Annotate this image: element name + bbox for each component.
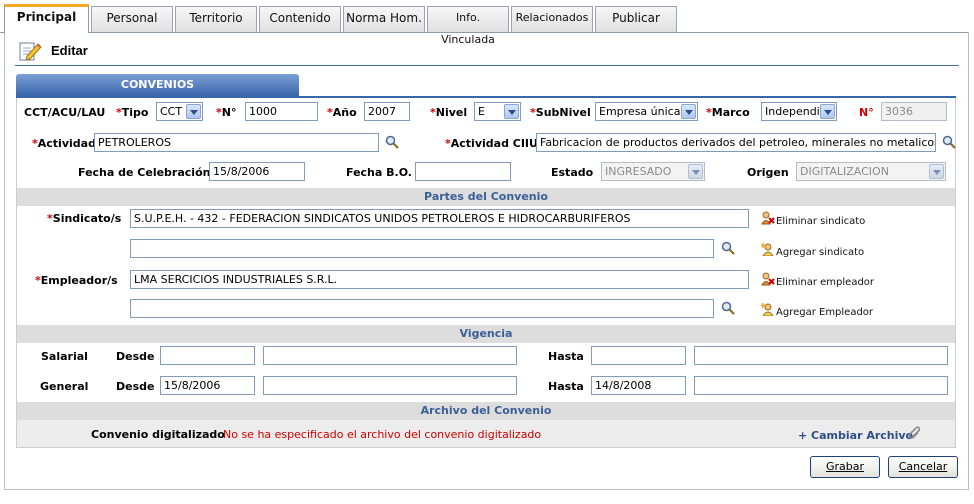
agregar-empleador-link[interactable]: Agregar Empleador (776, 307, 873, 318)
general-hasta-input[interactable]: 14/8/2008 (591, 376, 686, 395)
general-desde-text[interactable] (263, 376, 517, 395)
chevron-down-icon (929, 164, 944, 179)
sindicato-label: *Sindicato/s (47, 212, 122, 225)
actividad-label: *Actividad (32, 137, 96, 150)
salarial-label: Salarial (41, 350, 88, 363)
tab-personal[interactable]: Personal (91, 6, 173, 32)
ciiu-input[interactable]: Fabricacion de productos derivados del p… (536, 133, 936, 152)
cambiar-archivo-link[interactable]: + Cambiar Archivo (798, 429, 913, 442)
cct-label: CCT/ACU/LAU (24, 106, 106, 119)
nivel-select[interactable]: E (474, 102, 521, 121)
add-user-icon[interactable] (761, 302, 775, 316)
panel-border (968, 32, 969, 490)
archivo-status-message: No se ha especificado el archivo del con… (223, 428, 542, 441)
section-header-archivo: Archivo del Convenio (17, 402, 955, 420)
empleador-add-field[interactable] (130, 299, 714, 318)
chevron-down-icon (681, 104, 696, 119)
header-divider (15, 65, 959, 66)
convenio-digitalizado-label: Convenio digitalizado (91, 428, 225, 441)
empleador-label: *Empleador/s (35, 274, 118, 287)
general-hasta-label: Hasta (548, 380, 584, 393)
chevron-down-icon (820, 104, 835, 119)
empleador-field[interactable]: LMA SERCICIOS INDUSTRIALES S.R.L. (130, 270, 749, 289)
chevron-down-icon (504, 104, 519, 119)
tab-relacionados[interactable]: Relacionados (511, 6, 593, 32)
estado-label: Estado (551, 166, 594, 179)
panel-border (4, 32, 5, 490)
estado-select: INGRESADO (601, 162, 705, 181)
chevron-down-icon (186, 104, 201, 119)
delete-user-icon[interactable] (761, 272, 775, 286)
salarial-desde-text[interactable] (263, 346, 517, 365)
tipo-select[interactable]: CCT (156, 102, 203, 121)
edit-icon (19, 42, 42, 61)
origen-label: Origen (747, 166, 789, 179)
section-tab-convenios: CONVENIOS (16, 74, 299, 96)
search-icon[interactable] (721, 301, 735, 315)
search-icon[interactable] (385, 135, 399, 149)
tab-contenido[interactable]: Contenido (259, 6, 341, 32)
panel-border (4, 489, 969, 490)
chevron-down-icon (688, 164, 703, 179)
tab-territorio[interactable]: Territorio (175, 6, 257, 32)
numero-input[interactable]: 1000 (245, 102, 318, 121)
general-hasta-text[interactable] (694, 376, 948, 395)
tab-publicar[interactable]: Publicar (595, 6, 677, 32)
id-label: N° (859, 106, 874, 119)
fecha-celebracion-label: Fecha de Celebración (78, 166, 211, 179)
salarial-hasta-input[interactable] (591, 346, 686, 365)
anio-input[interactable]: 2007 (364, 102, 410, 121)
eliminar-empleador-link[interactable]: Eliminar empleador (776, 277, 874, 288)
id-input: 3036 (881, 102, 947, 121)
tab-info-vinculada[interactable]: Info. Vinculada (427, 6, 509, 46)
search-icon[interactable] (721, 241, 735, 255)
anio-label: *Año (327, 106, 357, 119)
general-desde-label: Desde (116, 380, 155, 393)
agregar-sindicato-link[interactable]: Agregar sindicato (776, 247, 864, 258)
salarial-hasta-label: Hasta (548, 350, 584, 363)
general-desde-input[interactable]: 15/8/2006 (160, 376, 255, 395)
cancelar-button[interactable]: Cancelar (888, 456, 958, 478)
sindicato-add-field[interactable] (130, 239, 714, 258)
search-icon[interactable] (942, 135, 956, 149)
salarial-hasta-text[interactable] (694, 346, 948, 365)
marco-label: *Marco (706, 106, 750, 119)
salarial-desde-label: Desde (116, 350, 155, 363)
origen-select: DIGITALIZACION (796, 162, 946, 181)
add-user-icon[interactable] (761, 242, 775, 256)
tipo-label: *Tipo (116, 106, 149, 119)
actividad-input[interactable]: PETROLEROS (94, 133, 379, 152)
sindicato-field[interactable]: S.U.P.E.H. - 432 - FEDERACION SINDICATOS… (130, 209, 749, 228)
delete-user-icon[interactable] (761, 211, 775, 225)
tab-norma-hom[interactable]: Norma Hom. (343, 6, 425, 32)
salarial-desde-input[interactable] (160, 346, 255, 365)
ciiu-label: *Actividad CIIU (445, 137, 538, 150)
nivel-label: *Nivel (430, 106, 468, 119)
tab-bar: Principal Personal Territorio Contenido … (0, 0, 974, 46)
eliminar-sindicato-link[interactable]: Eliminar sindicato (776, 216, 865, 227)
section-header-vigencia: Vigencia (17, 325, 955, 343)
fecha-bo-label: Fecha B.O. (346, 166, 412, 179)
page-title: Editar (51, 43, 88, 58)
subnivel-select[interactable]: Empresa única (595, 102, 698, 121)
tab-principal[interactable]: Principal (4, 4, 89, 33)
attachment-icon[interactable] (905, 425, 921, 441)
grabar-button[interactable]: Grabar (810, 456, 880, 478)
fecha-celebracion-input[interactable]: 15/8/2006 (209, 162, 305, 181)
marco-select[interactable]: Independie (761, 102, 837, 121)
tab-divider (0, 32, 969, 33)
section-header-partes: Partes del Convenio (17, 188, 955, 206)
subnivel-label: *SubNivel (530, 106, 591, 119)
fecha-bo-input[interactable] (415, 162, 511, 181)
numero-label: *N° (216, 106, 237, 119)
general-label: General (40, 380, 89, 393)
